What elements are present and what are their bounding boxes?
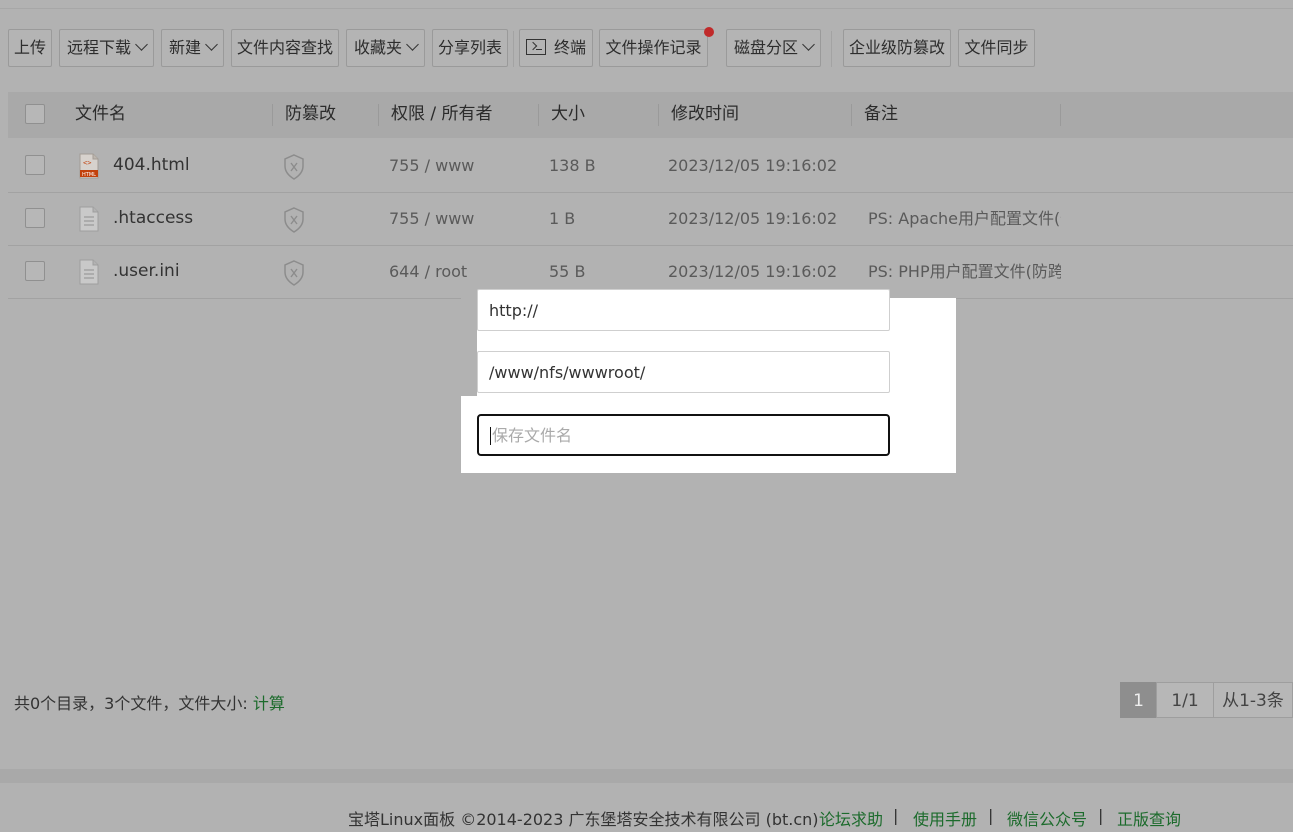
chevron-down-icon: [802, 38, 815, 51]
file-note[interactable]: PS: Apache用户配置文件(伪: [868, 192, 1061, 245]
page-total: 1/1: [1156, 682, 1214, 718]
column-header-perm-owner: 权限 / 所有者: [391, 104, 493, 124]
new-button[interactable]: 新建: [161, 29, 224, 67]
column-divider: [851, 104, 852, 126]
file-note[interactable]: PS: PHP用户配置文件(防跨: [868, 245, 1061, 298]
page-current[interactable]: 1: [1120, 682, 1157, 718]
select-all-checkbox[interactable]: [25, 104, 45, 124]
notification-dot: [704, 27, 714, 37]
column-divider: [1060, 104, 1061, 126]
new-label: 新建: [168, 40, 201, 57]
disk-partition-label: 磁盘分区: [733, 40, 798, 57]
dialog-shadow: [461, 298, 477, 396]
remote-download-button[interactable]: 远程下载: [59, 29, 154, 67]
toolbar-divider: [513, 31, 514, 67]
toolbar-divider: [831, 31, 832, 67]
column-divider: [658, 104, 659, 126]
terminal-icon: [525, 38, 546, 55]
terminal-label: 终端: [553, 40, 586, 57]
column-divider: [538, 104, 539, 126]
text-file-icon: [79, 206, 99, 232]
column-header-note: 备注: [864, 104, 898, 124]
table-row[interactable]: .htaccess 755 / www 1 B 2023/12/05 19:16…: [8, 192, 1293, 246]
save-filename-input[interactable]: 保存文件名: [477, 414, 890, 456]
perm-owner[interactable]: 755 / www: [389, 139, 474, 192]
share-list-button[interactable]: 分享列表: [432, 29, 508, 67]
modified-time: 2023/12/05 19:16:02: [668, 209, 838, 228]
save-path-input[interactable]: [477, 351, 890, 393]
content-search-button[interactable]: 文件内容查找: [231, 29, 339, 67]
footer-separator: |: [988, 806, 994, 825]
chevron-down-icon: [135, 38, 148, 51]
text-file-icon: [79, 259, 99, 285]
favorites-label: 收藏夹: [353, 40, 402, 57]
column-header-size[interactable]: 大小: [551, 92, 585, 138]
file-sync-button[interactable]: 文件同步: [958, 29, 1035, 67]
perm-owner[interactable]: 755 / www: [389, 192, 474, 245]
modified-time: 2023/12/05 19:16:02: [668, 156, 838, 175]
text-caret: [490, 426, 491, 445]
column-header-name[interactable]: 文件名: [75, 92, 126, 138]
tamper-shield-icon[interactable]: [283, 207, 305, 233]
column-divider: [272, 104, 273, 126]
save-filename-placeholder: 保存文件名: [492, 426, 573, 445]
copyright-text: 宝塔Linux面板 ©2014-2023 广东堡塔安全技术有限公司 (bt.cn…: [348, 810, 819, 829]
summary-text: 共0个目录，3个文件，文件大小:: [14, 694, 253, 713]
svg-text:<>: <>: [83, 159, 91, 167]
tamper-proof-button[interactable]: 企业级防篡改: [843, 29, 951, 67]
column-divider: [378, 104, 379, 126]
chevron-down-icon: [205, 38, 218, 51]
table-row[interactable]: <> HTML 404.html 755 / www 138 B 2023/12…: [8, 139, 1293, 193]
row-checkbox[interactable]: [25, 155, 45, 175]
file-name[interactable]: .htaccess: [113, 192, 193, 245]
calculate-size-link[interactable]: 计算: [253, 694, 285, 713]
html-file-icon: <> HTML: [79, 153, 99, 179]
file-table-header: 文件名 防篡改 权限 / 所有者 大小 修改时间 备注: [8, 92, 1293, 138]
footer-separator: |: [893, 806, 899, 825]
file-size: 1 B: [549, 209, 576, 228]
file-size: 138 B: [549, 156, 596, 175]
upload-button[interactable]: 上传: [8, 29, 52, 67]
wechat-account-link[interactable]: 微信公众号: [1007, 806, 1087, 830]
user-manual-link[interactable]: 使用手册: [913, 806, 977, 830]
favorites-button[interactable]: 收藏夹: [346, 29, 425, 67]
file-name[interactable]: 404.html: [113, 139, 190, 192]
row-checkbox[interactable]: [25, 261, 45, 281]
footer-divider: [0, 769, 1293, 783]
footer-separator: |: [1098, 806, 1104, 825]
tamper-shield-icon[interactable]: [283, 154, 305, 180]
disk-partition-button[interactable]: 磁盘分区: [726, 29, 821, 67]
column-header-mtime[interactable]: 修改时间: [671, 92, 739, 138]
perm-owner[interactable]: 644 / root: [389, 245, 467, 298]
download-url-input[interactable]: [477, 289, 890, 331]
license-check-link[interactable]: 正版查询: [1117, 806, 1181, 830]
remote-download-label: 远程下载: [66, 40, 131, 57]
terminal-button[interactable]: 终端: [519, 29, 593, 67]
forum-help-link[interactable]: 论坛求助: [819, 806, 883, 830]
directory-summary: 共0个目录，3个文件，文件大小: 计算: [14, 690, 285, 714]
column-header-tamper: 防篡改: [285, 104, 336, 124]
top-divider: [0, 8, 1293, 9]
operation-log-button[interactable]: 文件操作记录: [599, 29, 708, 67]
tamper-shield-icon[interactable]: [283, 260, 305, 286]
row-checkbox[interactable]: [25, 208, 45, 228]
file-name[interactable]: .user.ini: [113, 245, 180, 298]
chevron-down-icon: [406, 38, 419, 51]
svg-text:HTML: HTML: [82, 172, 96, 178]
file-note[interactable]: [868, 139, 1061, 192]
page-range: 从1-3条: [1213, 682, 1293, 718]
